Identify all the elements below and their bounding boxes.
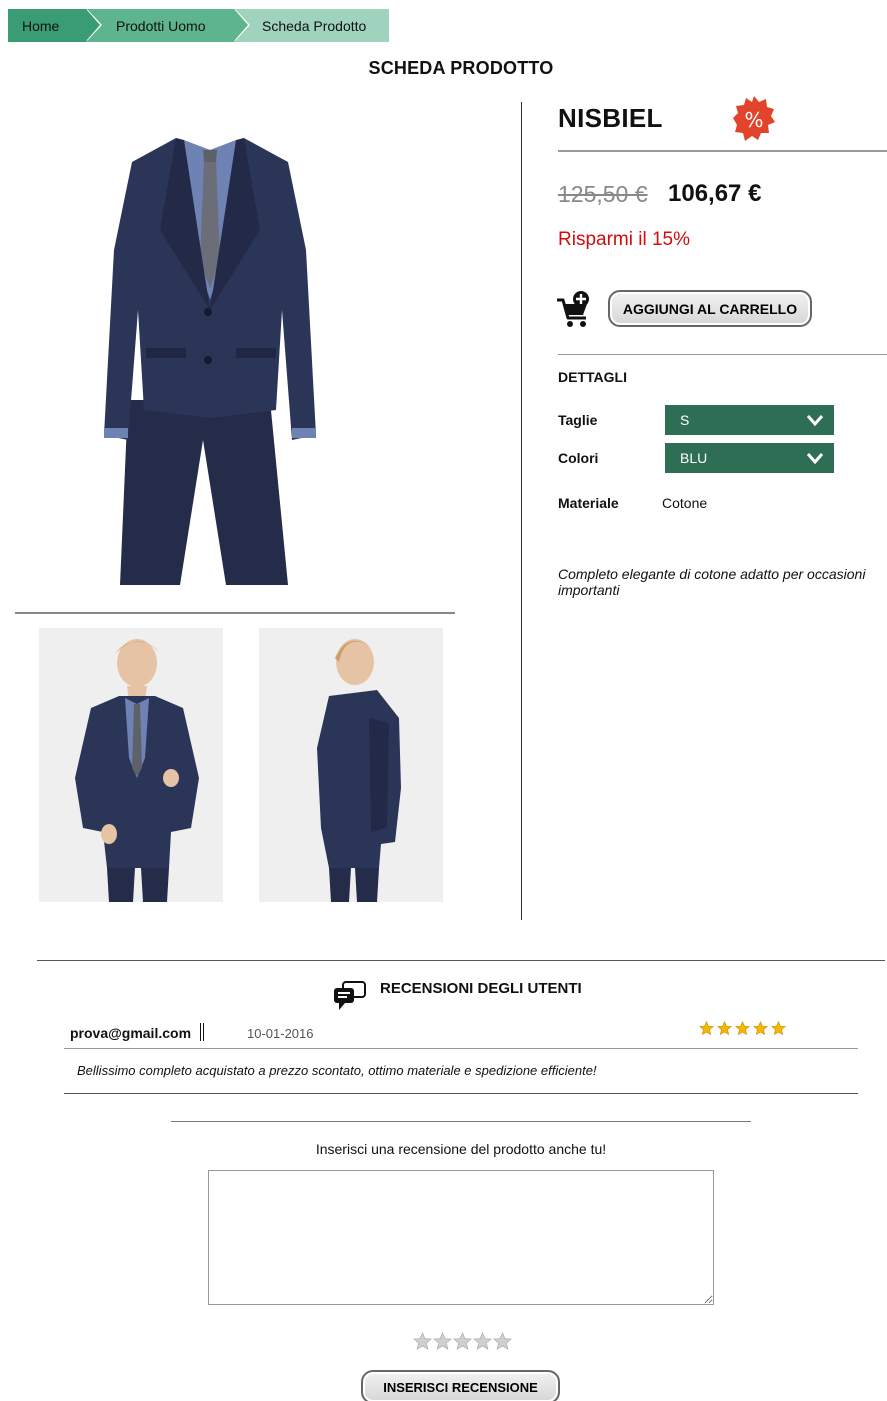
review-text: Bellissimo completo acquistato a prezzo …: [77, 1063, 597, 1078]
details-heading: DETTAGLI: [558, 369, 627, 385]
rating-input[interactable]: [413, 1332, 512, 1351]
color-select-value: BLU: [680, 450, 708, 466]
reviews-title: RECENSIONI DEGLI UTENTI: [380, 980, 582, 997]
star-icon: [717, 1021, 732, 1036]
page-title: SCHEDA PRODOTTO: [368, 58, 554, 78]
star-icon: [771, 1021, 786, 1036]
divider: [64, 1093, 858, 1094]
discount-badge-symbol: %: [744, 108, 763, 132]
star-icon[interactable]: [413, 1332, 432, 1351]
column-divider: [521, 102, 522, 920]
divider: [64, 1048, 858, 1049]
product-description: Completo elegante di cotone adatto per o…: [558, 566, 866, 598]
review-date: 10-01-2016: [247, 1026, 314, 1041]
size-select[interactable]: S: [665, 405, 834, 435]
star-icon: [735, 1021, 750, 1036]
savings-label: Risparmi il 15%: [558, 229, 690, 250]
star-icon[interactable]: [433, 1332, 452, 1351]
review-rating: [699, 1021, 786, 1036]
color-select[interactable]: BLU: [665, 443, 834, 473]
product-main-image[interactable]: [60, 110, 360, 588]
star-icon[interactable]: [473, 1332, 492, 1351]
divider: [171, 1121, 751, 1122]
star-icon: [753, 1021, 768, 1036]
chevron-down-icon: [806, 415, 824, 427]
divider: [37, 960, 885, 961]
old-price: 125,50 €: [558, 181, 648, 207]
product-thumbnail-front[interactable]: [39, 628, 223, 902]
breadcrumb: Home Prodotti Uomo Scheda Prodotto: [8, 9, 389, 42]
breadcrumb-current: Scheda Prodotto: [234, 9, 389, 42]
breadcrumb-home-label: Home: [22, 17, 60, 34]
size-select-value: S: [680, 412, 690, 428]
cart-add-icon[interactable]: [556, 290, 592, 328]
star-icon: [699, 1021, 714, 1036]
divider: [558, 354, 887, 355]
star-icon[interactable]: [493, 1332, 512, 1351]
star-icon[interactable]: [453, 1332, 472, 1351]
discounted-price: 106,67 €: [668, 180, 762, 207]
material-label: Materiale: [558, 495, 619, 511]
breadcrumb-category[interactable]: Prodotti Uomo: [86, 9, 250, 42]
material-value: Cotone: [662, 495, 708, 511]
review-user: prova@gmail.com: [70, 1025, 192, 1041]
breadcrumb-category-label: Prodotti Uomo: [116, 17, 206, 34]
submit-review-button[interactable]: INSERISCI RECENSIONE: [361, 1370, 560, 1401]
breadcrumb-home[interactable]: Home: [8, 9, 102, 42]
divider: [558, 150, 887, 152]
review-textarea[interactable]: [208, 1170, 714, 1305]
discount-badge-icon: %: [733, 96, 775, 141]
speech-bubbles-icon: [334, 981, 366, 1010]
colors-label: Colori: [558, 450, 599, 466]
product-thumbnail-side[interactable]: [259, 628, 443, 902]
chevron-down-icon: [806, 453, 824, 465]
review-form-prompt: Inserisci una recensione del prodotto an…: [315, 1141, 607, 1157]
breadcrumb-current-label: Scheda Prodotto: [262, 17, 367, 34]
add-to-cart-button[interactable]: AGGIUNGI AL CARRELLO: [608, 290, 812, 327]
product-name: NISBIEL: [558, 103, 663, 133]
divider: [15, 612, 455, 614]
sizes-label: Taglie: [558, 412, 598, 428]
separator: [200, 1023, 204, 1041]
